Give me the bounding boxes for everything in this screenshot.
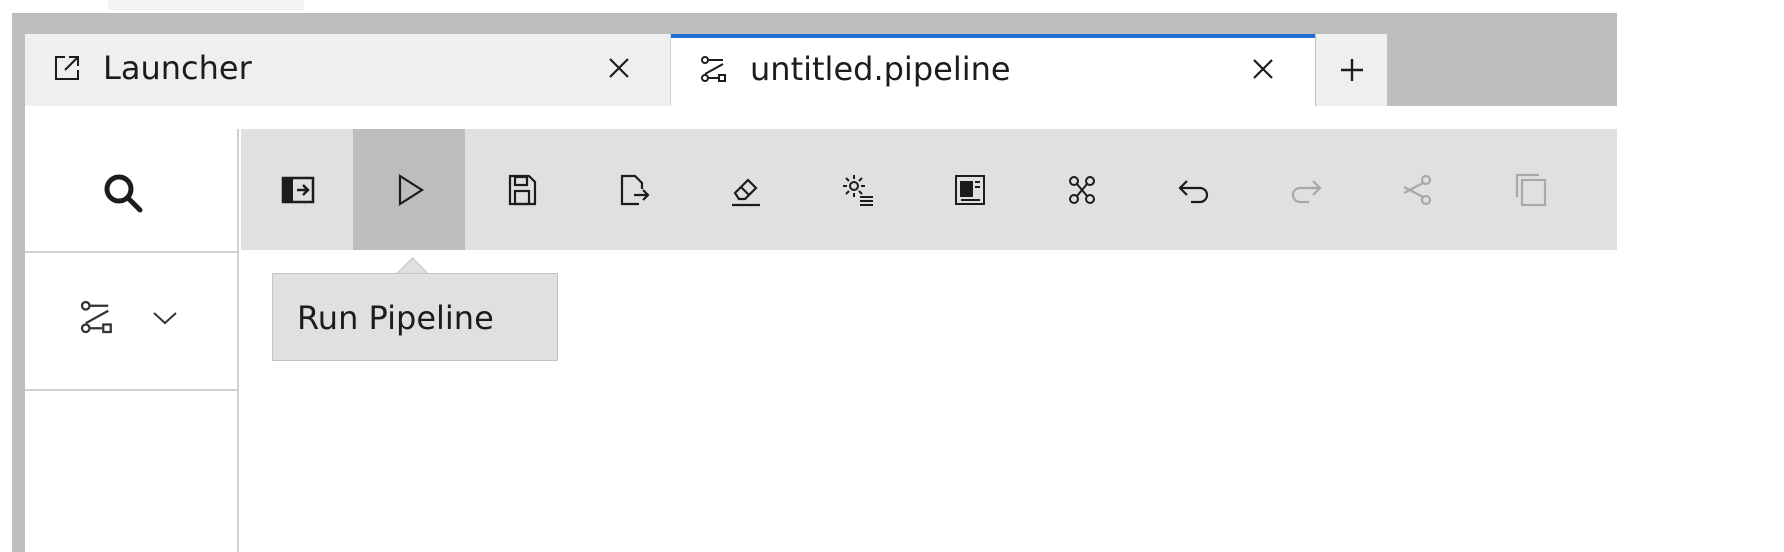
save-icon [508,174,537,206]
search-icon [104,174,143,213]
add-tab-button[interactable] [1316,34,1387,106]
close-icon[interactable] [603,52,635,84]
palette-category-button[interactable] [25,253,237,391]
palette-search-button[interactable] [25,129,237,253]
run-pipeline-tooltip: Run Pipeline [272,273,558,361]
runtimes-button[interactable] [801,129,913,250]
tab-launcher[interactable]: Launcher [25,34,671,106]
undo-icon [1178,180,1209,204]
plus-icon [1341,59,1363,81]
components-button[interactable] [1025,129,1137,250]
copy-icon [1515,173,1547,207]
cut-button[interactable] [1361,129,1473,250]
scissors-icon [1403,174,1432,206]
tab-launcher-label: Launcher [103,49,252,87]
redo-icon [1291,180,1322,204]
close-icon[interactable] [1247,53,1279,85]
tooltip-text: Run Pipeline [297,299,494,337]
save-pipeline-button[interactable] [465,129,577,250]
settings-list-icon [843,175,873,206]
tab-untitled-pipeline[interactable]: untitled.pipeline [671,34,1315,106]
tab-untitled-pipeline-label: untitled.pipeline [750,50,1011,88]
eraser-icon [732,178,760,207]
export-icon [620,174,650,206]
palette-sidebar [25,129,239,552]
runtime-images-button[interactable] [913,129,1025,250]
components-icon [1069,176,1095,204]
play-icon [398,173,425,207]
pipeline-toolbar [241,129,1617,250]
open-panel-icon [281,176,315,204]
run-pipeline-button[interactable] [353,129,465,250]
pipeline-icon [80,300,112,334]
launch-icon [51,52,83,84]
clear-pipeline-button[interactable] [689,129,801,250]
chevron-down-icon [153,312,177,325]
pipeline-icon [698,53,730,85]
redo-button[interactable] [1249,129,1361,250]
copy-button[interactable] [1473,129,1585,250]
open-panel-button[interactable] [241,129,353,250]
top-edge-stub [108,0,304,10]
container-icon [955,175,985,205]
left-edge-divider [12,13,25,552]
export-pipeline-button[interactable] [577,129,689,250]
undo-button[interactable] [1137,129,1249,250]
tab-content-top-margin [25,106,1617,129]
